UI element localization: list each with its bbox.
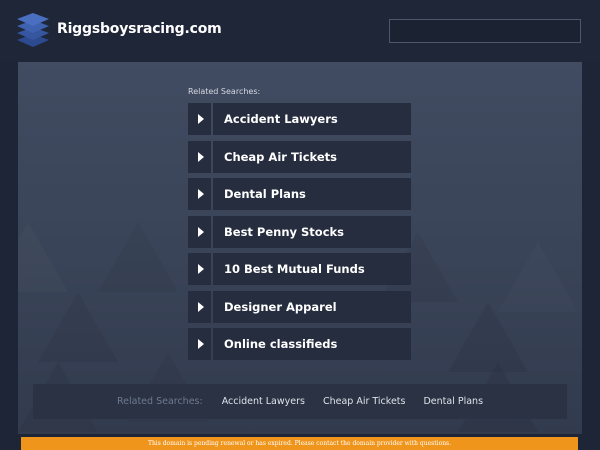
play-arrow-icon	[188, 328, 211, 360]
play-arrow-icon	[188, 103, 211, 135]
domain-expired-notice: This domain is pending renewal or has ex…	[21, 437, 578, 450]
footer-link-accident-lawyers[interactable]: Accident Lawyers	[222, 396, 305, 407]
related-link-designer-apparel[interactable]: Designer Apparel	[188, 290, 411, 323]
footer-related-bar: Related Searches: Accident Lawyers Cheap…	[33, 384, 567, 419]
related-link-label[interactable]: Cheap Air Tickets	[213, 140, 411, 173]
related-link-dental-plans[interactable]: Dental Plans	[188, 178, 411, 210]
play-arrow-icon	[188, 215, 211, 248]
related-link-label[interactable]: 10 Best Mutual Funds	[213, 253, 411, 285]
stacked-layers-icon[interactable]	[17, 12, 49, 48]
related-link-cheap-air-tickets[interactable]: Cheap Air Tickets	[188, 140, 411, 173]
header: Riggsboysracing.com	[0, 0, 600, 62]
play-arrow-icon	[188, 253, 211, 285]
related-link-label[interactable]: Best Penny Stocks	[213, 215, 411, 248]
related-link-10-best-mutual-funds[interactable]: 10 Best Mutual Funds	[188, 253, 411, 285]
footer-link-dental-plans[interactable]: Dental Plans	[423, 396, 483, 407]
related-link-label[interactable]: Designer Apparel	[213, 290, 411, 323]
related-link-label[interactable]: Dental Plans	[213, 178, 411, 210]
play-arrow-icon	[188, 178, 211, 210]
related-link-accident-lawyers[interactable]: Accident Lawyers	[188, 103, 411, 135]
footer-link-cheap-air-tickets[interactable]: Cheap Air Tickets	[323, 396, 406, 407]
play-arrow-icon	[188, 290, 211, 323]
site-title[interactable]: Riggsboysracing.com	[57, 21, 222, 37]
related-link-label[interactable]: Accident Lawyers	[213, 103, 411, 135]
related-link-label[interactable]: Online classifieds	[213, 328, 411, 360]
related-links-list: Accident Lawyers Cheap Air Tickets Denta…	[188, 103, 411, 366]
footer-related-title: Related Searches:	[116, 396, 203, 407]
related-searches-title: Related Searches:	[188, 87, 261, 96]
play-arrow-icon	[188, 140, 211, 173]
related-link-best-penny-stocks[interactable]: Best Penny Stocks	[188, 215, 411, 248]
related-link-online-classifieds[interactable]: Online classifieds	[188, 328, 411, 360]
search-input[interactable]	[389, 19, 581, 43]
main-panel: Related Searches: Accident Lawyers Cheap…	[18, 62, 582, 434]
